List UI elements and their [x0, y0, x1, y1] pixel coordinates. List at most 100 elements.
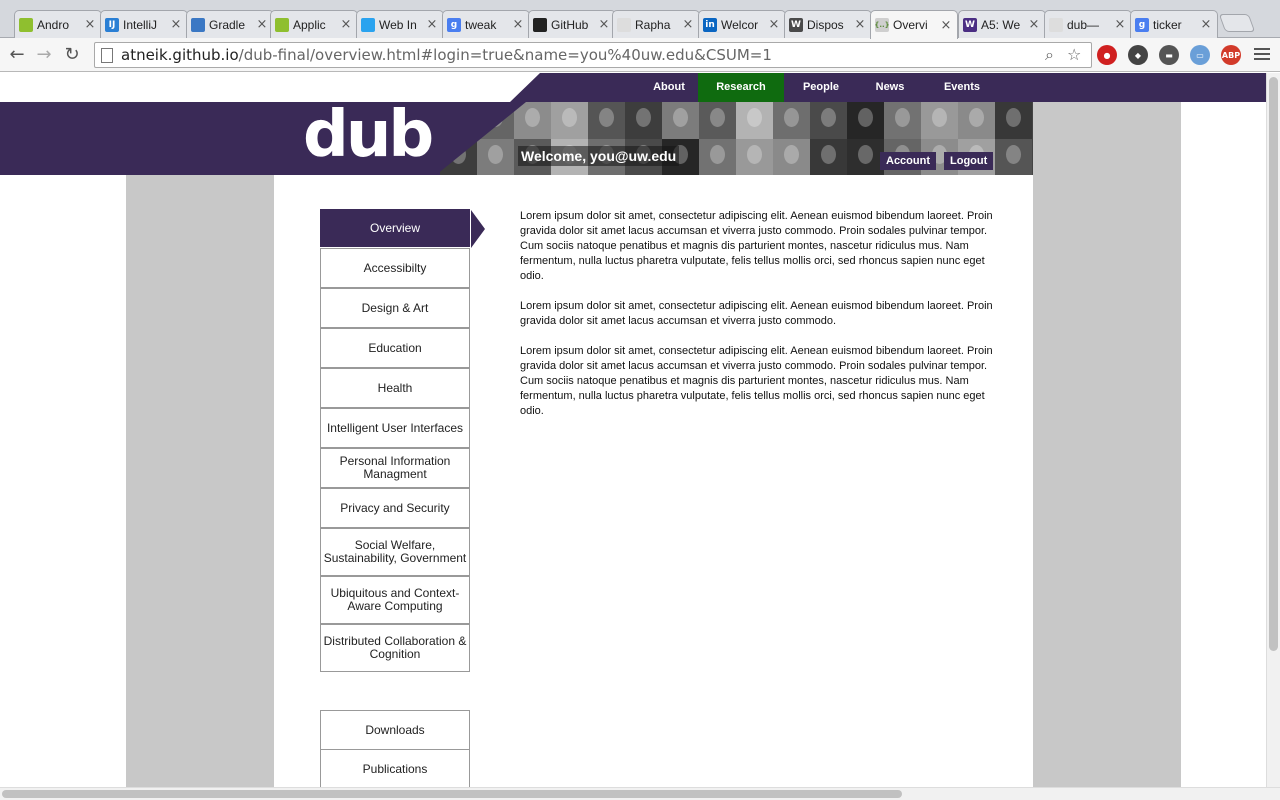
nav-people[interactable]: People — [790, 73, 852, 102]
close-icon[interactable]: × — [425, 17, 439, 32]
tab-overvi[interactable]: {..} Overvi × — [870, 10, 958, 39]
window-extension-icon[interactable]: ▭ — [1190, 45, 1210, 65]
close-icon[interactable]: × — [339, 17, 353, 32]
sidebar-item-label: Distributed Collaboration & Cognition — [323, 634, 467, 661]
sidebar-item-accessibility[interactable]: Accessibilty — [320, 248, 470, 288]
search-icon[interactable]: ⌕ — [1045, 45, 1054, 65]
sidebar-item-intelligent-ui[interactable]: Intelligent User Interfaces — [320, 408, 470, 448]
sidebar-item-label: Privacy and Security — [340, 500, 450, 515]
menu-icon[interactable] — [1254, 46, 1270, 62]
nav-about[interactable]: About — [638, 73, 700, 102]
close-icon[interactable]: × — [1113, 17, 1127, 32]
sidebar-item-publications[interactable]: Publications — [320, 749, 470, 787]
portrait-photo — [551, 102, 588, 139]
tab-title: ticker — [1153, 17, 1182, 32]
back-arrow-icon[interactable]: ← — [5, 43, 29, 67]
close-icon[interactable]: × — [681, 17, 695, 32]
vertical-scroll-thumb[interactable] — [1269, 77, 1278, 651]
sidebar-item-social-welfare[interactable]: Social Welfare, Sustainability, Governme… — [320, 528, 470, 576]
vertical-scrollbar[interactable] — [1266, 73, 1280, 787]
close-icon[interactable]: × — [1027, 17, 1041, 32]
tab-github[interactable]: GitHub × — [528, 10, 616, 38]
close-icon[interactable]: × — [853, 17, 867, 32]
tab-andro[interactable]: Andro × — [14, 10, 102, 38]
sidebar-item-label: Publications — [362, 761, 428, 776]
adblock-extension-icon[interactable]: ABP — [1221, 45, 1241, 65]
active-arrow — [471, 210, 485, 248]
top-nav: About Research People News Events — [540, 73, 1266, 102]
sidebar-item-ubiquitous[interactable]: Ubiquitous and Context-Aware Computing — [320, 576, 470, 624]
mosaic-slant — [436, 102, 526, 175]
nav-news[interactable]: News — [860, 73, 920, 102]
tab-intellij[interactable]: IJ IntelliJ × — [100, 10, 188, 38]
nav-research[interactable]: Research — [698, 73, 784, 102]
nav-events[interactable]: Events — [930, 73, 994, 102]
close-icon[interactable]: × — [767, 17, 781, 32]
close-icon[interactable]: × — [83, 17, 97, 32]
horizontal-scroll-thumb[interactable] — [2, 790, 902, 798]
sidebar-item-label: Downloads — [365, 722, 425, 737]
android-icon — [19, 17, 33, 32]
portrait-photo — [625, 102, 662, 139]
sidebar-item-health[interactable]: Health — [320, 368, 470, 408]
new-tab-button[interactable] — [1218, 14, 1256, 32]
tab-welcor[interactable]: in Welcor × — [698, 10, 786, 38]
url-text[interactable]: atneik.github.io/dub-final/overview.html… — [121, 46, 772, 64]
sidebar-item-label: Intelligent User Interfaces — [326, 420, 464, 435]
close-icon[interactable]: × — [1199, 17, 1213, 32]
sidebar-item-education[interactable]: Education — [320, 328, 470, 368]
tab-title: GitHub — [551, 17, 589, 32]
horizontal-scrollbar[interactable] — [0, 787, 1280, 800]
account-button[interactable]: Account — [880, 152, 936, 170]
sidebar-item-overview[interactable]: Overview — [320, 209, 485, 248]
bookmark-star-icon[interactable]: ☆ — [1067, 45, 1081, 64]
forward-arrow-icon[interactable]: → — [32, 43, 56, 67]
portrait-photo — [810, 102, 847, 139]
dub-logo[interactable]: dub — [303, 98, 434, 172]
sidebar-item-distributed-collab[interactable]: Distributed Collaboration & Cognition — [320, 624, 470, 672]
left-gutter — [126, 175, 274, 787]
sidebar-item-label: Overview — [369, 220, 420, 235]
close-icon[interactable]: × — [597, 17, 611, 32]
sidebar-item-label: Social Welfare, Sustainability, Governme… — [323, 538, 467, 565]
close-icon[interactable]: × — [939, 18, 953, 33]
sidebar-item-design-art[interactable]: Design & Art — [320, 288, 470, 328]
octocat-extension-icon[interactable]: ◆ — [1128, 45, 1148, 65]
tab-web-in[interactable]: Web In × — [356, 10, 444, 38]
sidebar-item-personal-info[interactable]: Personal Information Managment — [320, 448, 470, 488]
sidebar-item-privacy-security[interactable]: Privacy and Security — [320, 488, 470, 528]
tab-ticker[interactable]: g ticker × — [1130, 10, 1218, 38]
portrait-photo — [662, 102, 699, 139]
page-icon — [101, 48, 113, 63]
tab-title: tweak — [465, 17, 497, 32]
page-viewport: About Research People News Events dub We… — [0, 73, 1266, 787]
stop-extension-icon[interactable]: ● — [1097, 45, 1117, 65]
tab-title: Dispos — [807, 17, 844, 32]
portrait-photo — [847, 139, 884, 175]
wordpress-icon: W — [789, 17, 803, 32]
tab-dispos[interactable]: W Dispos × — [784, 10, 872, 38]
tab-dub[interactable]: dub— × — [1044, 10, 1132, 38]
sidebar-item-label: Accessibilty — [363, 260, 427, 275]
close-icon[interactable]: × — [169, 17, 183, 32]
sidebar-item-downloads[interactable]: Downloads — [320, 710, 470, 750]
tab-rapha[interactable]: Rapha × — [612, 10, 700, 38]
reload-icon[interactable]: ↻ — [60, 43, 84, 67]
mask-extension-icon[interactable]: ▬ — [1159, 45, 1179, 65]
tab-title: dub— — [1067, 17, 1100, 32]
portrait-photo — [995, 102, 1032, 139]
close-icon[interactable]: × — [255, 17, 269, 32]
portrait-photo — [921, 102, 958, 139]
android-icon — [275, 17, 289, 32]
tab-a5-we[interactable]: W A5: We × — [958, 10, 1046, 38]
tab-title: Gradle — [209, 17, 246, 32]
sidebar-item-label: Personal Information Managment — [339, 454, 451, 481]
tab-tweak[interactable]: g tweak × — [442, 10, 530, 38]
logout-button[interactable]: Logout — [944, 152, 994, 170]
tab-applic[interactable]: Applic × — [270, 10, 358, 38]
address-bar[interactable]: atneik.github.io/dub-final/overview.html… — [94, 42, 1092, 68]
header-banner: dub Welcome, you@uw.edu Account Logout — [0, 98, 1266, 175]
close-icon[interactable]: × — [511, 17, 525, 32]
portrait-photo — [810, 139, 847, 175]
tab-gradle[interactable]: Gradle × — [186, 10, 274, 38]
